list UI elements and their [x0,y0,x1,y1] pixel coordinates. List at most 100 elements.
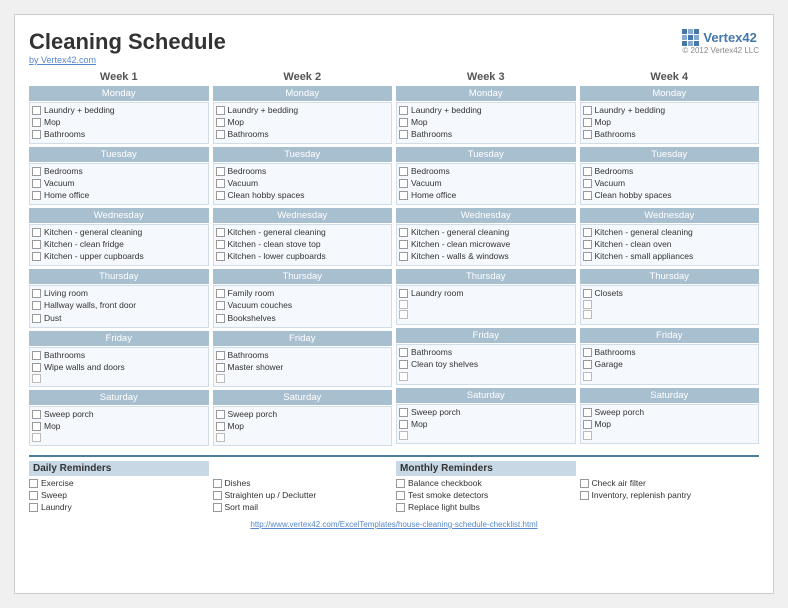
task-checkbox[interactable] [399,191,408,200]
empty-checkbox[interactable] [216,374,225,383]
task-list-w1-d5: BathroomsWipe walls and doors [29,347,209,387]
task-checkbox[interactable] [216,351,225,360]
task-checkbox[interactable] [583,106,592,115]
task-checkbox[interactable] [32,314,41,323]
day-section-w4-d3: WednesdayKitchen - general cleaningKitch… [580,208,760,266]
task-checkbox[interactable] [583,252,592,261]
task-checkbox[interactable] [216,252,225,261]
task-checkbox[interactable] [216,410,225,419]
reminder-checkbox[interactable] [580,479,589,488]
task-checkbox[interactable] [216,301,225,310]
task-checkbox[interactable] [583,420,592,429]
task-checkbox[interactable] [216,240,225,249]
task-checkbox[interactable] [583,289,592,298]
task-checkbox[interactable] [32,422,41,431]
task-checkbox[interactable] [399,252,408,261]
reminder-checkbox[interactable] [396,491,405,500]
task-checkbox[interactable] [583,360,592,369]
empty-checkbox[interactable] [583,372,592,381]
task-checkbox[interactable] [399,167,408,176]
empty-checkbox[interactable] [399,300,408,309]
task-checkbox[interactable] [583,167,592,176]
task-item: Bookshelves [216,313,390,324]
reminder-checkbox[interactable] [396,479,405,488]
reminder-checkbox[interactable] [213,503,222,512]
week-col-3: Week 3MondayLaundry + beddingMopBathroom… [396,71,576,449]
task-checkbox[interactable] [32,118,41,127]
footer-url[interactable]: http://www.vertex42.com/ExcelTemplates/h… [29,520,759,529]
task-checkbox[interactable] [583,240,592,249]
empty-checkbox[interactable] [399,431,408,440]
task-item: Kitchen - upper cupboards [32,251,206,262]
task-checkbox[interactable] [583,130,592,139]
task-checkbox[interactable] [32,240,41,249]
task-checkbox[interactable] [399,289,408,298]
task-checkbox[interactable] [32,191,41,200]
task-checkbox[interactable] [32,301,41,310]
day-header-w4-d5: Friday [580,328,760,343]
task-checkbox[interactable] [32,228,41,237]
task-text: Bedrooms [228,166,267,177]
task-checkbox[interactable] [399,240,408,249]
task-text: Mop [595,419,612,430]
empty-checkbox[interactable] [583,431,592,440]
empty-checkbox[interactable] [399,310,408,319]
task-text: Closets [595,288,623,299]
task-checkbox[interactable] [399,360,408,369]
task-checkbox[interactable] [583,118,592,127]
task-checkbox[interactable] [583,179,592,188]
reminder-checkbox[interactable] [213,479,222,488]
task-checkbox[interactable] [216,422,225,431]
task-checkbox[interactable] [583,408,592,417]
task-checkbox[interactable] [216,167,225,176]
task-checkbox[interactable] [216,106,225,115]
reminder-checkbox[interactable] [29,479,38,488]
task-checkbox[interactable] [583,228,592,237]
reminder-checkbox[interactable] [396,503,405,512]
empty-checkbox[interactable] [583,310,592,319]
task-checkbox[interactable] [216,289,225,298]
task-checkbox[interactable] [216,130,225,139]
task-checkbox[interactable] [583,348,592,357]
task-item: Mop [32,117,206,128]
task-list-w4-d1: Laundry + beddingMopBathrooms [580,102,760,144]
task-checkbox[interactable] [216,179,225,188]
task-checkbox[interactable] [32,289,41,298]
task-checkbox[interactable] [399,228,408,237]
task-checkbox[interactable] [32,130,41,139]
task-list-w4-d5: BathroomsGarage [580,344,760,384]
task-checkbox[interactable] [32,252,41,261]
reminder-checkbox[interactable] [580,491,589,500]
task-checkbox[interactable] [216,118,225,127]
task-checkbox[interactable] [32,106,41,115]
task-item: Dust [32,313,206,324]
task-checkbox[interactable] [399,106,408,115]
logo-cell [682,35,687,40]
empty-checkbox[interactable] [583,300,592,309]
task-checkbox[interactable] [583,191,592,200]
reminder-checkbox[interactable] [213,491,222,500]
subtitle-link[interactable]: by Vertex42.com [29,55,226,65]
empty-checkbox[interactable] [399,372,408,381]
reminder-checkbox[interactable] [29,491,38,500]
task-checkbox[interactable] [216,314,225,323]
task-checkbox[interactable] [32,351,41,360]
task-checkbox[interactable] [399,420,408,429]
reminder-text: Check air filter [592,478,646,489]
task-checkbox[interactable] [32,167,41,176]
task-checkbox[interactable] [216,191,225,200]
empty-checkbox[interactable] [32,433,41,442]
task-checkbox[interactable] [32,179,41,188]
task-checkbox[interactable] [399,179,408,188]
task-checkbox[interactable] [399,348,408,357]
reminder-checkbox[interactable] [29,503,38,512]
task-checkbox[interactable] [216,228,225,237]
task-checkbox[interactable] [32,363,41,372]
task-checkbox[interactable] [399,130,408,139]
empty-checkbox[interactable] [216,433,225,442]
empty-checkbox[interactable] [32,374,41,383]
task-checkbox[interactable] [399,408,408,417]
task-checkbox[interactable] [32,410,41,419]
task-checkbox[interactable] [399,118,408,127]
task-checkbox[interactable] [216,363,225,372]
